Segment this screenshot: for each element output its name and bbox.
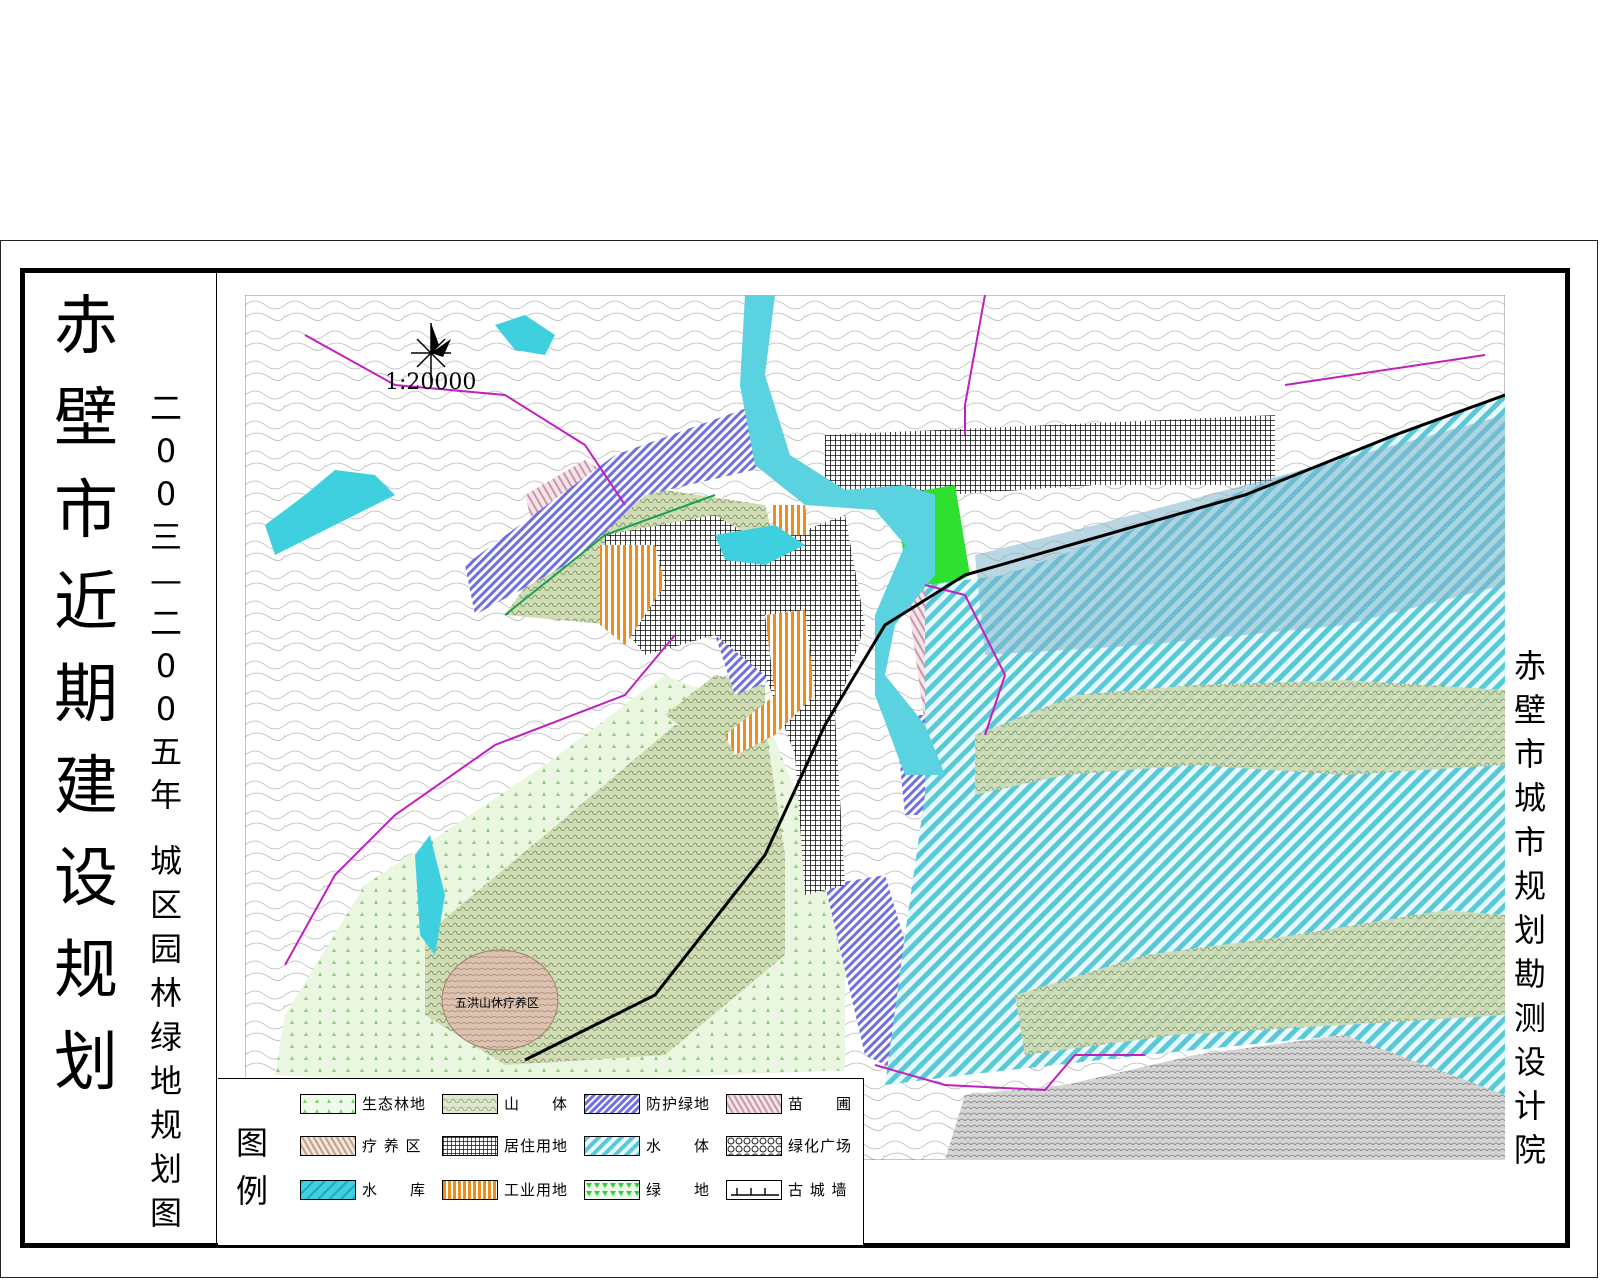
subtitle-char: 林 <box>149 974 182 1012</box>
title-char: 市 <box>54 474 118 548</box>
date-char: 三 <box>149 518 182 556</box>
org-char: 测 <box>1513 999 1546 1037</box>
legend-item-industrial: 工业用地 <box>442 1179 568 1200</box>
legend-item-nursery: 苗 圃 <box>726 1093 852 1114</box>
legend-item-protective-green: 防护绿地 <box>584 1093 710 1114</box>
legend-label: 工业用地 <box>504 1181 569 1199</box>
ancient-wall-swatch-icon <box>726 1179 782 1200</box>
date-char: 年 <box>149 776 182 814</box>
date-char: — <box>150 561 182 599</box>
org-char: 壁 <box>1513 691 1546 729</box>
title-char: 壁 <box>54 382 118 456</box>
map-subtitle: 城 区 园 林 绿 地 规 划 图 <box>146 845 186 1241</box>
subtitle-char: 划 <box>149 1150 182 1188</box>
title-char: 规 <box>54 934 118 1008</box>
legend-item-eco-forest: 生态林地 <box>300 1093 426 1114</box>
eco-forest-swatch-icon <box>300 1093 356 1114</box>
subtitle-char: 城 <box>149 842 182 880</box>
legend-label: 古 城 墙 <box>788 1181 848 1199</box>
legend-label: 绿化广场 <box>788 1137 853 1155</box>
org-char: 划 <box>1513 911 1546 949</box>
subtitle-char: 图 <box>149 1194 182 1232</box>
subtitle-char: 地 <box>149 1062 182 1100</box>
legend-item-mountain: 山 体 <box>442 1093 568 1114</box>
legend-label: 水 体 <box>646 1137 711 1155</box>
water-body-swatch-icon <box>584 1135 640 1156</box>
org-char: 院 <box>1513 1131 1546 1169</box>
reservoir-swatch-icon <box>300 1179 356 1200</box>
legend-item-sanatorium: 疗 养 区 <box>300 1135 422 1156</box>
legend-label: 山 体 <box>504 1095 569 1113</box>
legend-item-reservoir: 水 库 <box>300 1179 426 1200</box>
date-range: 二 0 0 三 — 二 0 0 五 年 <box>146 392 186 822</box>
date-char: 二 <box>149 604 182 642</box>
scale-label: 1:20000 <box>385 370 476 395</box>
legend-label: 生态林地 <box>362 1095 427 1113</box>
legend-title: 图 例 <box>236 1119 276 1215</box>
legend-item-residential: 居住用地 <box>442 1135 568 1156</box>
industrial-swatch-icon <box>442 1179 498 1200</box>
title-divider <box>216 272 217 1244</box>
legend-label: 防护绿地 <box>646 1095 711 1113</box>
subtitle-char: 园 <box>149 930 182 968</box>
title-char: 近 <box>54 566 118 640</box>
legend-item-water-body: 水 体 <box>584 1135 710 1156</box>
date-char: 五 <box>149 733 182 771</box>
sanatorium-swatch-icon <box>300 1135 356 1156</box>
legend: 图 例 生态林地 山 体 防护绿地 苗 圃 疗 养 区 居住用地 水 体 绿化广… <box>218 1078 864 1245</box>
title-char: 设 <box>54 842 118 916</box>
legend-label: 绿 地 <box>646 1181 711 1199</box>
org-char: 市 <box>1513 823 1546 861</box>
date-char: 0 <box>155 432 177 470</box>
org-char: 计 <box>1513 1087 1546 1125</box>
title-char: 划 <box>54 1026 118 1100</box>
land-use-map: 1:20000 五洪山休疗养区 <box>244 294 1506 1161</box>
green-plaza-swatch-icon <box>726 1135 782 1156</box>
sanatorium-label: 五洪山休疗养区 <box>455 995 539 1010</box>
date-char: 二 <box>149 389 182 427</box>
green-space-swatch-icon <box>584 1179 640 1200</box>
org-char: 规 <box>1513 867 1546 905</box>
title-char: 赤 <box>54 290 118 364</box>
subtitle-char: 规 <box>149 1106 182 1144</box>
org-char: 城 <box>1513 779 1546 817</box>
residential-swatch-icon <box>442 1135 498 1156</box>
legend-label: 水 库 <box>362 1181 427 1199</box>
date-char: 0 <box>155 690 177 728</box>
map-title: 赤 壁 市 近 期 建 设 规 划 <box>46 295 126 1123</box>
title-char: 建 <box>54 750 118 824</box>
date-char: 0 <box>155 647 177 685</box>
legend-title-char: 例 <box>236 1172 269 1210</box>
legend-item-green-space: 绿 地 <box>584 1179 710 1200</box>
legend-label: 疗 养 区 <box>362 1137 422 1155</box>
nursery-swatch-icon <box>726 1093 782 1114</box>
mountain-swatch-icon <box>442 1093 498 1114</box>
date-char: 0 <box>155 475 177 513</box>
subtitle-char: 区 <box>149 886 182 924</box>
protective-green-swatch-icon <box>584 1093 640 1114</box>
legend-item-ancient-wall: 古 城 墙 <box>726 1179 848 1200</box>
organization-name: 赤 壁 市 城 市 规 划 勘 测 设 计 院 <box>1510 650 1550 1178</box>
title-char: 期 <box>54 658 118 732</box>
legend-item-green-plaza: 绿化广场 <box>726 1135 852 1156</box>
subtitle-char: 绿 <box>149 1018 182 1056</box>
legend-label: 苗 圃 <box>788 1095 853 1113</box>
org-char: 设 <box>1513 1043 1546 1081</box>
map-area[interactable]: 1:20000 五洪山休疗养区 <box>244 294 1506 1161</box>
legend-title-char: 图 <box>236 1124 269 1162</box>
org-char: 市 <box>1513 735 1546 773</box>
org-char: 勘 <box>1513 955 1546 993</box>
org-char: 赤 <box>1513 647 1546 685</box>
legend-label: 居住用地 <box>504 1137 569 1155</box>
